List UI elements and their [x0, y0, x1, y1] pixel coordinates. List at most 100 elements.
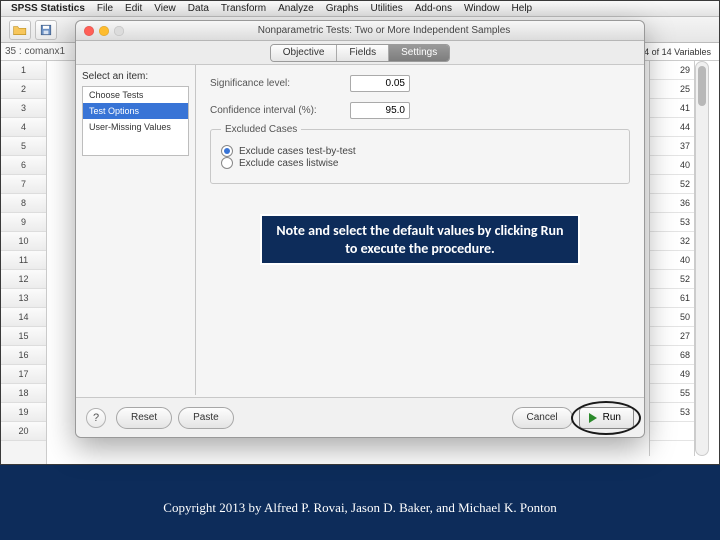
excluded-cases-group: Excluded Cases Exclude cases test-by-tes… — [210, 129, 630, 184]
tab-objective[interactable]: Objective — [271, 45, 338, 61]
save-button[interactable] — [35, 20, 57, 40]
menu-analyze[interactable]: Analyze — [278, 3, 314, 14]
data-cell[interactable]: 27 — [650, 327, 694, 346]
row-header[interactable]: 20 — [1, 422, 46, 441]
run-button[interactable]: Run — [579, 407, 634, 429]
close-icon[interactable] — [84, 26, 94, 36]
data-cell[interactable]: 52 — [650, 175, 694, 194]
data-cell[interactable]: 50 — [650, 308, 694, 327]
radio-label-b: Exclude cases listwise — [239, 158, 338, 169]
zoom-icon[interactable] — [114, 26, 124, 36]
row-header[interactable]: 5 — [1, 137, 46, 156]
minimize-icon[interactable] — [99, 26, 109, 36]
data-cell[interactable]: 36 — [650, 194, 694, 213]
row-header[interactable]: 9 — [1, 213, 46, 232]
row-header[interactable]: 12 — [1, 270, 46, 289]
row-header[interactable]: 18 — [1, 384, 46, 403]
reset-button[interactable]: Reset — [116, 407, 172, 429]
run-button-highlight: Run — [579, 407, 634, 429]
help-button[interactable]: ? — [86, 408, 106, 428]
copyright-text: Copyright 2013 by Alfred P. Rovai, Jason… — [0, 500, 720, 516]
row-header[interactable]: 3 — [1, 99, 46, 118]
menu-addons[interactable]: Add-ons — [415, 3, 452, 14]
data-cell[interactable]: 53 — [650, 403, 694, 422]
row-header[interactable]: 17 — [1, 365, 46, 384]
confidence-label: Confidence interval (%): — [210, 105, 340, 116]
data-cell[interactable]: 44 — [650, 118, 694, 137]
row-header[interactable]: 11 — [1, 251, 46, 270]
vertical-scrollbar[interactable] — [695, 61, 709, 456]
menu-transform[interactable]: Transform — [221, 3, 266, 14]
side-panel-label: Select an item: — [82, 71, 189, 82]
open-button[interactable] — [9, 20, 31, 40]
menubar: SPSS Statistics File Edit View Data Tran… — [1, 1, 719, 17]
app-name: SPSS Statistics — [11, 3, 85, 14]
tab-settings[interactable]: Settings — [389, 45, 449, 61]
data-cell[interactable]: 52 — [650, 270, 694, 289]
data-column: 29254144374052365332405261502768495553 — [649, 61, 695, 456]
play-icon — [588, 413, 598, 423]
dialog-tabs: Objective Fields Settings — [76, 41, 644, 65]
dialog-titlebar: Nonparametric Tests: Two or More Indepen… — [76, 21, 644, 41]
variable-count: 14 of 14 Variables — [639, 43, 719, 60]
menu-view[interactable]: View — [154, 3, 176, 14]
folder-open-icon — [13, 24, 27, 36]
tab-fields[interactable]: Fields — [337, 45, 389, 61]
paste-button[interactable]: Paste — [178, 407, 234, 429]
radio-icon — [221, 145, 233, 157]
radio-label-a: Exclude cases test-by-test — [239, 146, 356, 157]
row-header[interactable]: 14 — [1, 308, 46, 327]
significance-input[interactable] — [350, 75, 410, 92]
data-cell[interactable]: 53 — [650, 213, 694, 232]
row-header[interactable]: 15 — [1, 327, 46, 346]
run-label: Run — [603, 412, 621, 423]
significance-label: Significance level: — [210, 78, 340, 89]
right-data-column: 29254144374052365332405261502768495553 — [649, 61, 711, 456]
row-header[interactable]: 7 — [1, 175, 46, 194]
data-cell[interactable]: 37 — [650, 137, 694, 156]
menu-data[interactable]: Data — [188, 3, 209, 14]
settings-side-panel: Select an item: Choose Tests Test Option… — [76, 65, 196, 395]
data-cell[interactable]: 61 — [650, 289, 694, 308]
menu-edit[interactable]: Edit — [125, 3, 142, 14]
window-controls — [84, 26, 124, 36]
menu-file[interactable]: File — [97, 3, 113, 14]
slide-root: SPSS Statistics File Edit View Data Tran… — [0, 0, 720, 540]
data-cell[interactable]: 41 — [650, 99, 694, 118]
sidebar-item-choose-tests[interactable]: Choose Tests — [83, 87, 188, 103]
scrollbar-thumb[interactable] — [698, 66, 706, 106]
cancel-button[interactable]: Cancel — [512, 407, 573, 429]
radio-listwise[interactable]: Exclude cases listwise — [221, 157, 619, 169]
menu-help[interactable]: Help — [512, 3, 533, 14]
excluded-cases-title: Excluded Cases — [221, 124, 301, 135]
floppy-disk-icon — [40, 24, 52, 36]
row-header[interactable]: 16 — [1, 346, 46, 365]
radio-test-by-test[interactable]: Exclude cases test-by-test — [221, 145, 619, 157]
menu-window[interactable]: Window — [464, 3, 500, 14]
sidebar-item-missing-values[interactable]: User-Missing Values — [83, 119, 188, 135]
row-header[interactable]: 8 — [1, 194, 46, 213]
menu-graphs[interactable]: Graphs — [326, 3, 359, 14]
row-header[interactable]: 2 — [1, 80, 46, 99]
data-cell[interactable]: 25 — [650, 80, 694, 99]
row-header[interactable]: 4 — [1, 118, 46, 137]
row-header[interactable]: 13 — [1, 289, 46, 308]
menu-utilities[interactable]: Utilities — [370, 3, 402, 14]
data-cell[interactable]: 55 — [650, 384, 694, 403]
row-header[interactable]: 6 — [1, 156, 46, 175]
data-cell[interactable]: 32 — [650, 232, 694, 251]
data-cell[interactable]: 29 — [650, 61, 694, 80]
data-cell[interactable]: 49 — [650, 365, 694, 384]
dialog-title: Nonparametric Tests: Two or More Indepen… — [124, 25, 644, 36]
row-header[interactable]: 19 — [1, 403, 46, 422]
confidence-input[interactable] — [350, 102, 410, 119]
sidebar-item-test-options[interactable]: Test Options — [83, 103, 188, 119]
data-cell[interactable]: 40 — [650, 156, 694, 175]
cell-reference: 35 : comanx1 — [1, 43, 77, 60]
row-header[interactable]: 1 — [1, 61, 46, 80]
row-headers: 1234567891011121314151617181920 — [1, 61, 47, 464]
data-cell[interactable]: 68 — [650, 346, 694, 365]
data-cell[interactable] — [650, 422, 694, 441]
data-cell[interactable]: 40 — [650, 251, 694, 270]
row-header[interactable]: 10 — [1, 232, 46, 251]
